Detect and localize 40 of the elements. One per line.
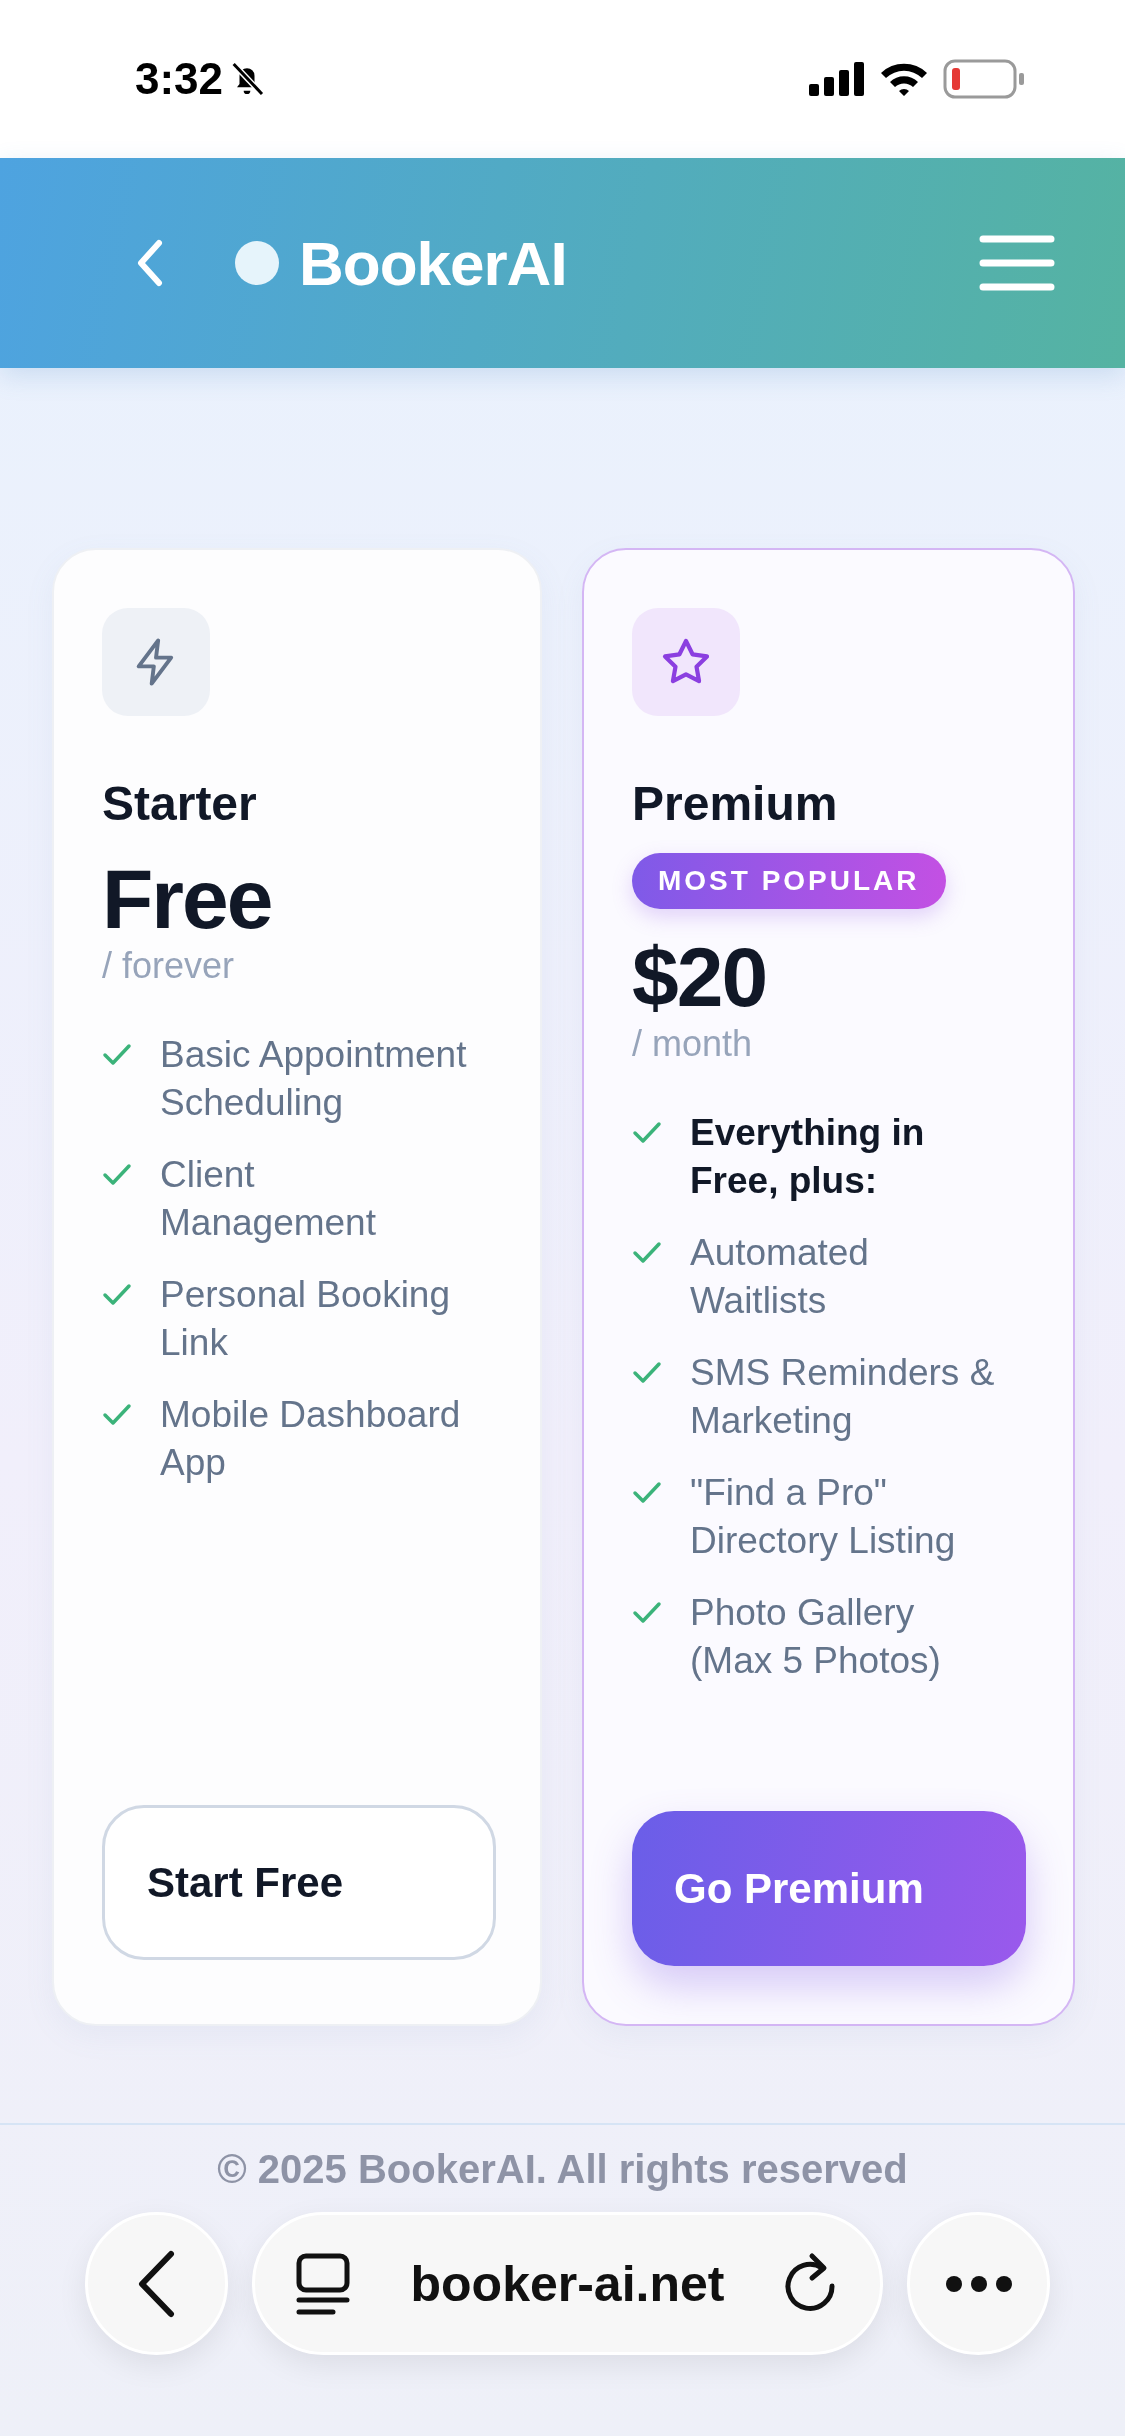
lightning-icon xyxy=(102,608,210,716)
copyright-text: © 2025 BookerAI. All rights reserved xyxy=(217,2147,908,2192)
feature-text: Mobile Dashboard App xyxy=(160,1393,462,1486)
check-icon xyxy=(632,1241,662,1266)
check-icon xyxy=(632,1361,662,1386)
plan-price: Free xyxy=(102,853,273,946)
page-icon xyxy=(295,2251,351,2316)
status-time: 3:32 xyxy=(135,54,224,104)
plan-button[interactable]: Start Free xyxy=(102,1805,496,1960)
feature-text: Client Management xyxy=(160,1153,377,1246)
back-icon[interactable] xyxy=(135,239,165,287)
plan-price: $20 xyxy=(632,931,768,1024)
plan-name: Premium xyxy=(632,776,839,831)
feature-text: Personal Booking Link xyxy=(160,1273,452,1366)
check-icon xyxy=(102,1403,132,1428)
check-icon xyxy=(102,1163,132,1188)
plan-button[interactable]: Go Premium xyxy=(632,1811,1026,1966)
plan-name: Starter xyxy=(102,776,258,831)
check-icon xyxy=(102,1043,132,1068)
more-icon xyxy=(943,2273,1014,2294)
feature-text: Basic Appointment Scheduling xyxy=(160,1033,468,1126)
popular-badge: MOST POPULAR xyxy=(632,853,946,909)
url-text: booker-ai.net xyxy=(410,2254,725,2313)
address-bar[interactable]: booker-ai.net xyxy=(252,2212,883,2355)
feature-text: Automated Waitlists xyxy=(690,1231,870,1324)
feature-text: SMS Reminders & Marketing xyxy=(690,1351,996,1444)
battery-icon xyxy=(943,59,1025,99)
signal-icon xyxy=(809,62,865,96)
wifi-icon xyxy=(879,61,929,97)
check-icon xyxy=(632,1481,662,1506)
check-icon xyxy=(632,1601,662,1626)
menu-icon[interactable] xyxy=(979,235,1055,291)
check-icon xyxy=(102,1283,132,1308)
logo-dot-icon xyxy=(235,241,279,285)
feature-text: Everything in Free, plus: xyxy=(690,1111,926,1204)
feature-text: Photo Gallery (Max 5 Photos) xyxy=(690,1591,942,1684)
price-period: / month xyxy=(632,1023,754,1066)
price-period: / forever xyxy=(102,945,236,988)
feature-text: "Find a Pro" Directory Listing xyxy=(690,1471,957,1564)
check-icon xyxy=(632,1121,662,1146)
